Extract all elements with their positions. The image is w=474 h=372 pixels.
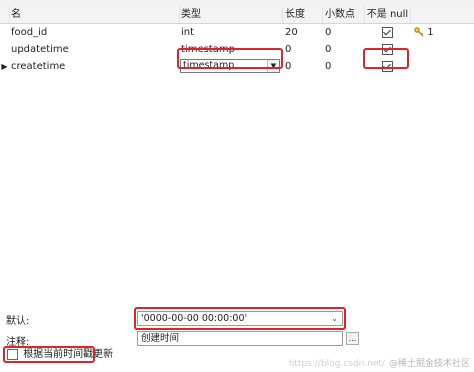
field-decimal-cell[interactable]: 0 bbox=[323, 41, 364, 58]
grid-header-row: 名 类型 长度 小数点 不是 null bbox=[0, 6, 474, 24]
table-row[interactable]: updatetime timestamp 0 0 bbox=[0, 41, 474, 58]
on-update-option[interactable]: 根据当前时间戳更新 bbox=[7, 348, 113, 362]
comment-label: 注释: bbox=[6, 337, 30, 348]
primary-key-cell bbox=[412, 58, 474, 75]
field-name-cell[interactable]: food_id bbox=[9, 24, 179, 41]
not-null-cell bbox=[365, 41, 410, 58]
not-null-checkbox[interactable] bbox=[382, 43, 393, 55]
key-icon bbox=[414, 27, 424, 37]
row-pointer bbox=[0, 24, 9, 41]
field-length-cell[interactable]: 20 bbox=[283, 24, 322, 41]
comment-input[interactable]: 创建时间 bbox=[137, 331, 343, 346]
primary-key-order: 1 bbox=[427, 27, 434, 38]
field-decimal-cell[interactable]: 0 bbox=[323, 58, 364, 75]
on-update-label: 根据当前时间戳更新 bbox=[23, 349, 114, 360]
not-null-checkbox[interactable] bbox=[382, 60, 393, 72]
primary-key-cell: 1 bbox=[412, 24, 474, 41]
field-grid: 名 类型 长度 小数点 不是 null food_id int 20 0 1 u… bbox=[0, 6, 474, 75]
default-value-text: '0000-00-00 00:00:00' bbox=[141, 313, 248, 324]
watermark: https://blog.csdn.net/@稀土掘金技术社区 bbox=[289, 356, 470, 369]
comment-expand-button[interactable]: ... bbox=[346, 332, 359, 345]
header-not-null[interactable]: 不是 null bbox=[365, 6, 411, 23]
row-pointer-icon: ▶ bbox=[1, 62, 8, 71]
watermark-text: @稀土掘金技术社区 bbox=[388, 359, 470, 369]
primary-key-cell bbox=[412, 41, 474, 58]
default-value-input[interactable]: '0000-00-00 00:00:00' ⌄ bbox=[137, 311, 343, 326]
not-null-checkbox[interactable] bbox=[382, 26, 393, 38]
field-type-value: timestamp bbox=[183, 60, 235, 71]
field-type-cell[interactable]: timestamp bbox=[179, 41, 282, 58]
header-key bbox=[412, 6, 474, 23]
not-null-cell bbox=[365, 58, 410, 75]
not-null-cell bbox=[365, 24, 410, 41]
chevron-down-icon[interactable]: ⌄ bbox=[331, 312, 338, 325]
row-pointer bbox=[0, 41, 9, 58]
field-name-cell[interactable]: createtime bbox=[9, 58, 179, 75]
field-length-cell[interactable]: 0 bbox=[283, 58, 322, 75]
field-decimal-cell[interactable]: 0 bbox=[323, 24, 364, 41]
header-type[interactable]: 类型 bbox=[179, 6, 283, 23]
table-row[interactable]: food_id int 20 0 1 bbox=[0, 24, 474, 41]
table-row[interactable]: ▶ createtime timestamp ▼ 0 0 bbox=[0, 58, 474, 75]
header-length[interactable]: 长度 bbox=[283, 6, 323, 23]
field-type-dropdown[interactable]: timestamp ▼ bbox=[180, 59, 280, 73]
field-name-cell[interactable]: updatetime bbox=[9, 41, 179, 58]
field-length-cell[interactable]: 0 bbox=[283, 41, 322, 58]
header-name[interactable]: 名 bbox=[9, 6, 180, 23]
chevron-down-icon[interactable]: ▼ bbox=[267, 60, 279, 72]
default-label: 默认: bbox=[6, 316, 30, 327]
watermark-prefix: https://blog.csdn.net/ bbox=[288, 359, 385, 369]
on-update-checkbox[interactable] bbox=[7, 348, 18, 360]
header-decimal[interactable]: 小数点 bbox=[323, 6, 365, 23]
field-type-cell[interactable]: int bbox=[179, 24, 282, 41]
